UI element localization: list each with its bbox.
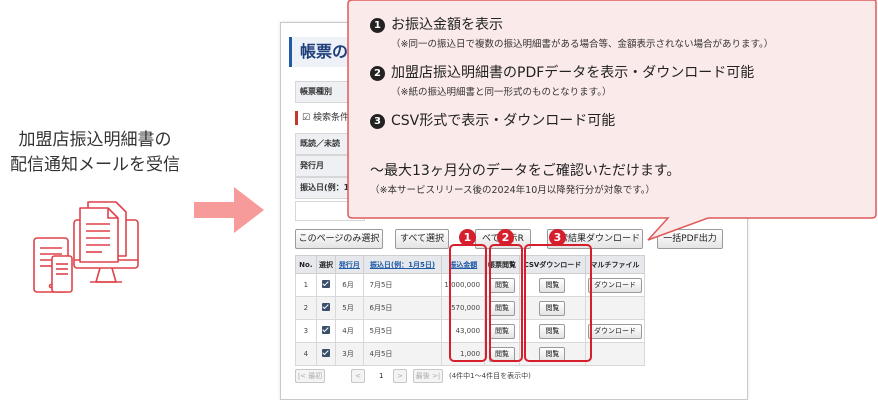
callout-item-1-title: お振込金額を表示 — [391, 17, 503, 33]
callout-item-1: 1 お振込金額を表示 — [370, 14, 503, 34]
callout-item-2: 2 加盟店振込明細書のPDFデータを表示・ダウンロード可能 — [370, 62, 754, 82]
callout-item-2-note: （※紙の振込明細書と同一形式のものとなります。） — [391, 87, 612, 98]
callout-balloon — [347, 0, 877, 241]
callout-item-3: 3 CSV形式で表示・ダウンロード可能 — [370, 110, 615, 130]
callout-number-3: 3 — [370, 114, 385, 129]
callout-item-2-title: 加盟店振込明細書のPDFデータを表示・ダウンロード可能 — [391, 65, 755, 81]
callout-number-1: 1 — [370, 18, 385, 33]
callout-item-3-title: CSV形式で表示・ダウンロード可能 — [391, 113, 616, 129]
callout-summary-note: （※本サービスリリース後の2024年10月以降発行分が対象です。） — [370, 185, 656, 196]
callout-item-1-note: （※同一の振込日で複数の振込明細書がある場合等、金額表示されない場合があります。… — [391, 39, 774, 50]
callout-number-2: 2 — [370, 66, 385, 81]
callout-summary: 〜最大13ヶ月分のデータをご確認いただけます。 — [370, 163, 681, 179]
